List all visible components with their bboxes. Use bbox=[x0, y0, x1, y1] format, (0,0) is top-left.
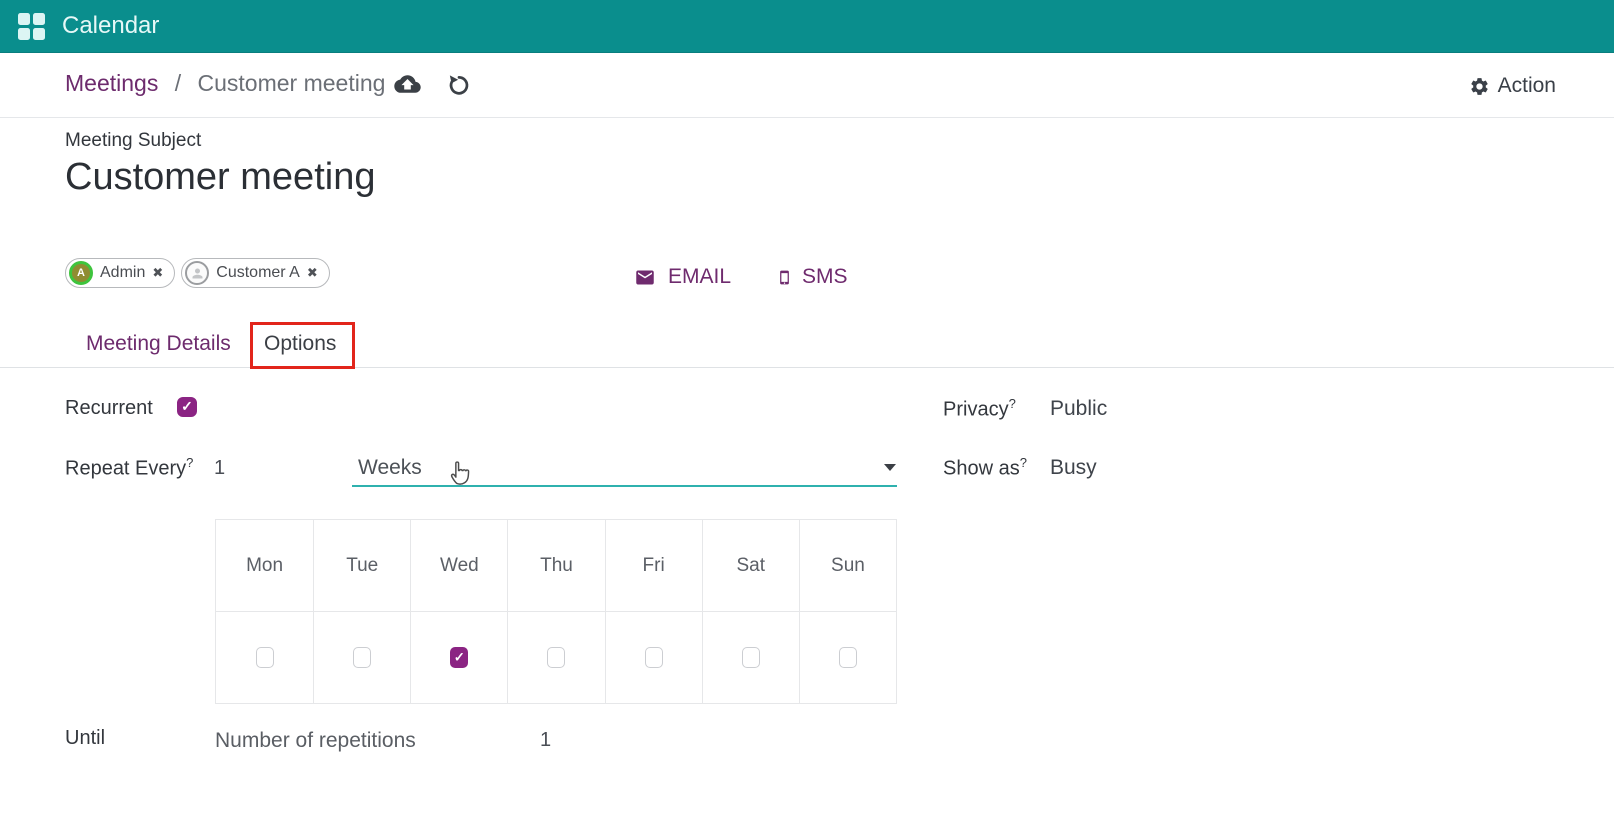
until-type-select[interactable]: Number of repetitions bbox=[215, 729, 416, 753]
tab-options[interactable]: Options bbox=[264, 332, 336, 356]
weekday-checkbox-tue[interactable] bbox=[353, 647, 371, 668]
sms-button-label: SMS bbox=[802, 265, 848, 289]
save-changes-button[interactable] bbox=[394, 73, 421, 95]
control-panel: Meetings / Customer meeting bbox=[0, 53, 1614, 118]
undo-icon bbox=[447, 73, 471, 97]
email-button-label: EMAIL bbox=[668, 265, 731, 289]
show-as-label: Show as? bbox=[943, 455, 1027, 481]
mouse-cursor-icon bbox=[447, 456, 472, 487]
weekday-table: Mon Tue Wed Thu Fri Sat Sun bbox=[215, 519, 897, 704]
send-sms-button[interactable]: SMS bbox=[777, 265, 848, 289]
attendee-name: Admin bbox=[100, 264, 145, 282]
breadcrumb-current: Customer meeting bbox=[198, 70, 386, 96]
weekday-checkbox-sat[interactable] bbox=[742, 647, 760, 668]
action-menu-button[interactable]: Action bbox=[1469, 74, 1556, 98]
weekday-checkbox-fri[interactable] bbox=[645, 647, 663, 668]
privacy-label: Privacy? bbox=[943, 396, 1016, 422]
chevron-down-icon[interactable] bbox=[884, 464, 896, 471]
help-marker: ? bbox=[1009, 396, 1016, 411]
weekday-checkbox-thu[interactable] bbox=[547, 647, 565, 668]
apps-grid-icon[interactable] bbox=[18, 13, 45, 40]
weekday-header-fri: Fri bbox=[605, 520, 702, 611]
person-avatar-icon bbox=[185, 261, 209, 285]
recurrent-checkbox[interactable] bbox=[177, 397, 197, 417]
weekday-header-sun: Sun bbox=[799, 520, 896, 611]
avatar: A bbox=[69, 261, 93, 285]
attendee-name: Customer A bbox=[216, 264, 300, 282]
remove-attendee-icon[interactable]: ✖ bbox=[152, 265, 163, 281]
envelope-icon bbox=[632, 267, 658, 288]
notebook-tabs: Meeting Details Options bbox=[0, 322, 1614, 368]
gear-icon bbox=[1469, 76, 1490, 97]
weekday-checkbox-sun[interactable] bbox=[839, 647, 857, 668]
weekday-header-sat: Sat bbox=[702, 520, 799, 611]
cloud-upload-icon bbox=[394, 73, 421, 95]
show-as-select[interactable]: Busy bbox=[1050, 456, 1097, 480]
weekday-header-mon: Mon bbox=[216, 520, 313, 611]
send-email-button[interactable]: EMAIL bbox=[632, 265, 731, 289]
attendee-tag-admin[interactable]: A Admin ✖ bbox=[65, 258, 175, 288]
discard-changes-button[interactable] bbox=[447, 73, 471, 97]
attendees-field: A Admin ✖ Customer A ✖ bbox=[65, 258, 330, 288]
attendee-tag-customer[interactable]: Customer A ✖ bbox=[181, 258, 330, 288]
repetitions-count-input[interactable]: 1 bbox=[540, 729, 551, 752]
privacy-select[interactable]: Public bbox=[1050, 397, 1107, 421]
help-marker: ? bbox=[1020, 455, 1027, 470]
repeat-unit-select[interactable]: Weeks bbox=[358, 456, 422, 480]
weekday-header-wed: Wed bbox=[410, 520, 507, 611]
breadcrumb-separator: / bbox=[175, 70, 181, 96]
meeting-subject-input[interactable]: Customer meeting bbox=[65, 156, 375, 199]
weekday-header-thu: Thu bbox=[507, 520, 604, 611]
action-menu-label: Action bbox=[1498, 74, 1556, 98]
remove-attendee-icon[interactable]: ✖ bbox=[307, 265, 318, 281]
tab-meeting-details[interactable]: Meeting Details bbox=[86, 332, 231, 356]
breadcrumb: Meetings / Customer meeting bbox=[65, 70, 385, 97]
app-window: Calendar Meetings / Customer meeting bbox=[0, 0, 1614, 820]
top-navbar: Calendar bbox=[0, 0, 1614, 53]
smartphone-icon bbox=[777, 266, 792, 289]
weekday-checkbox-mon[interactable] bbox=[256, 647, 274, 668]
meeting-subject-label: Meeting Subject bbox=[65, 130, 201, 152]
help-marker: ? bbox=[186, 455, 193, 470]
communication-buttons: EMAIL SMS bbox=[632, 265, 848, 289]
weekday-header-tue: Tue bbox=[313, 520, 410, 611]
breadcrumb-meetings-link[interactable]: Meetings bbox=[65, 70, 158, 96]
select-focus-underline bbox=[352, 485, 897, 487]
until-label: Until bbox=[65, 727, 105, 750]
repeat-every-label: Repeat Every? bbox=[65, 455, 193, 481]
repeat-interval-input[interactable]: 1 bbox=[214, 457, 225, 480]
weekday-checkbox-wed[interactable] bbox=[450, 647, 468, 668]
recurrent-label: Recurrent bbox=[65, 397, 153, 420]
app-title[interactable]: Calendar bbox=[62, 12, 159, 40]
